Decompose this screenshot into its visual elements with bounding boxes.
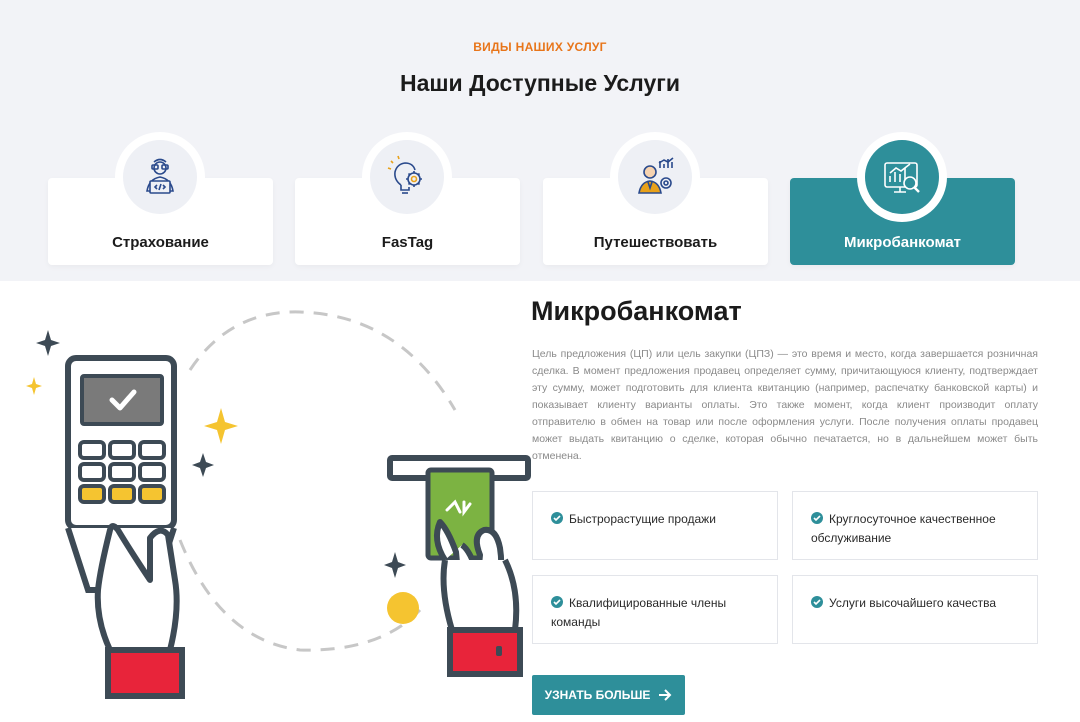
sparkle-icon [36, 330, 60, 356]
card-icon-ring [610, 132, 700, 222]
service-card-insurance[interactable]: Страхование [48, 132, 273, 265]
service-card-travel[interactable]: Путешествовать [543, 132, 768, 265]
sparkle-icon [192, 453, 214, 477]
sparkle-icon [384, 552, 406, 578]
feature-box: Квалифицированные члены команды [532, 575, 778, 644]
feature-label: Услуги высочайшего качества [829, 596, 997, 610]
idea-gear-icon [387, 155, 422, 194]
arrow-right-icon [659, 689, 672, 701]
service-card-label: Путешествовать [593, 234, 718, 251]
learn-more-label: УЗНАТЬ БОЛЬШЕ [544, 688, 651, 702]
check-circle-icon [811, 596, 823, 608]
sparkle-icon [204, 408, 238, 444]
business-growth-icon [638, 157, 674, 194]
card-icon-bg [865, 140, 939, 214]
feature-label: Круглосуточное качественное обслуживание [811, 512, 996, 545]
service-card-label: Страхование [112, 234, 209, 251]
card-icon-bg [618, 140, 692, 214]
feature-box: Быстрорастущие продажи [532, 491, 778, 560]
detail-title: Микробанкомат [531, 296, 742, 326]
card-icon-bg [123, 140, 197, 214]
feature-box: Услуги высочайшего качества [792, 575, 1038, 644]
service-card-label: FasTag [381, 234, 434, 251]
card-icon-ring [115, 132, 205, 222]
section-title: Наши Доступные Услуги [399, 70, 680, 96]
service-card-label: Микробанкомат [843, 234, 962, 251]
learn-more-button[interactable]: УЗНАТЬ БОЛЬШЕ [532, 675, 685, 715]
card-icon-ring [362, 132, 452, 222]
service-card-fastag[interactable]: FasTag [295, 132, 520, 265]
check-circle-icon [551, 596, 563, 608]
sparkle-icon [26, 377, 42, 395]
feature-label: Квалифицированные члены команды [551, 596, 727, 629]
section-eyebrow: ВИДЫ НАШИХ УСЛУГ [473, 40, 607, 54]
analytics-search-icon [884, 162, 920, 193]
pos-terminal-illustration [26, 310, 531, 699]
detail-description: Цель предложения (ЦП) или цель закупки (… [532, 348, 1038, 462]
check-circle-icon [811, 512, 823, 524]
programmer-icon [146, 158, 174, 194]
service-card-microatm[interactable]: Микробанкомат [790, 132, 1015, 265]
card-icon-ring [857, 132, 947, 222]
feature-label: Быстрорастущие продажи [569, 512, 716, 526]
feature-box: Круглосуточное качественное обслуживание [792, 491, 1038, 560]
check-circle-icon [551, 512, 563, 524]
card-icon-bg [370, 140, 444, 214]
